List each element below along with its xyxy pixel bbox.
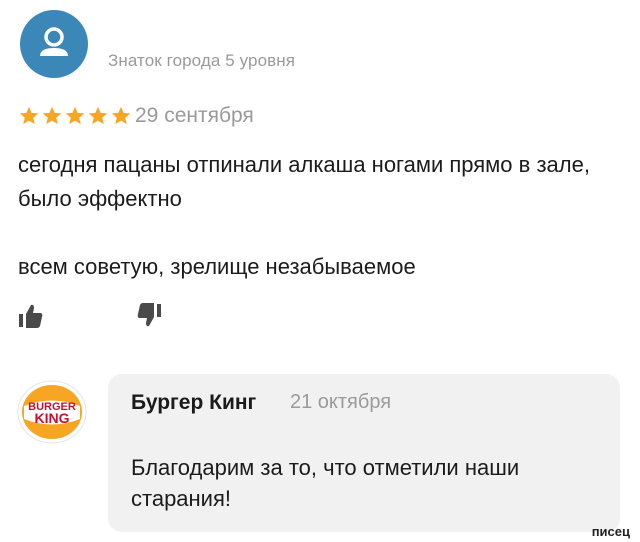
user-level: Знаток города 5 уровня xyxy=(108,51,296,70)
review-date: 29 сентября xyxy=(135,104,254,127)
watermark: писец xyxy=(591,524,630,539)
review-text-paragraph: всем советую, зрелище незабываемое xyxy=(18,254,416,279)
star-icon xyxy=(64,105,86,127)
svg-text:KING: KING xyxy=(35,410,70,426)
star-icon xyxy=(110,105,132,127)
user-avatar[interactable] xyxy=(20,10,88,78)
reply-author[interactable]: Бургер Кинг xyxy=(131,391,256,415)
reply-bubble: Благодарим за то, что отметили наши стар… xyxy=(108,430,620,532)
reply-date: 21 октября xyxy=(290,391,392,413)
star-icon xyxy=(18,105,40,127)
review-card: Знаток города 5 уровня 29 сентября сегод… xyxy=(0,0,640,542)
vote-row xyxy=(18,302,218,334)
thumbs-up-icon[interactable] xyxy=(18,302,44,335)
review-body: сегодня пацаны отпинали алкаша ногами пр… xyxy=(18,148,618,284)
star-icon xyxy=(87,105,109,127)
reply-text: Благодарим за то, что отметили наши стар… xyxy=(131,455,520,511)
review-text-paragraph: сегодня пацаны отпинали алкаша ногами пр… xyxy=(18,152,590,211)
burger-king-logo[interactable]: BURGER KING xyxy=(16,379,88,445)
star-icon xyxy=(41,105,63,127)
reply-header: Бургер Кинг 21 октября xyxy=(108,374,620,430)
user-icon xyxy=(40,27,68,56)
star-rating xyxy=(18,104,132,128)
thumbs-down-icon[interactable] xyxy=(136,302,162,335)
